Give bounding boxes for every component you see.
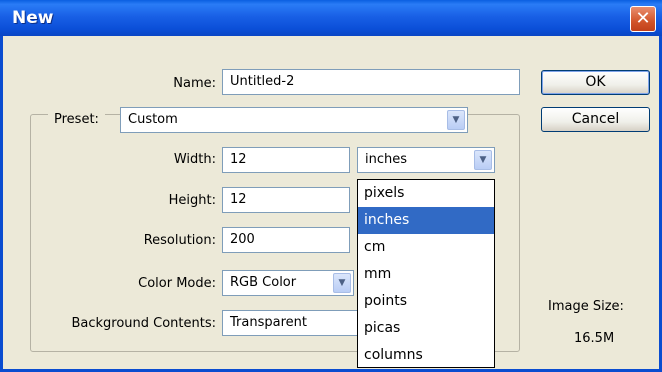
- image-size-value: 16.5M: [574, 331, 615, 346]
- window-title: New: [12, 8, 54, 28]
- color-mode-label: Color Mode:: [138, 276, 216, 291]
- color-mode-select[interactable]: RGB Color ▼: [222, 270, 354, 296]
- name-field[interactable]: Untitled-2: [222, 69, 520, 95]
- close-button[interactable]: ✕: [630, 6, 656, 32]
- resolution-label: Resolution:: [143, 233, 216, 248]
- background-contents-label: Background Contents:: [71, 316, 216, 331]
- width-unit-value: inches: [365, 152, 408, 167]
- new-document-dialog: New ✕ Name: Untitled-2 Preset: Custom ▼ …: [0, 0, 662, 372]
- background-contents-select[interactable]: Transparent: [222, 310, 360, 336]
- unit-option-points[interactable]: points: [358, 288, 494, 315]
- preset-value: Custom: [128, 112, 178, 127]
- unit-option-mm[interactable]: mm: [358, 261, 494, 288]
- resolution-field[interactable]: 200: [222, 227, 350, 253]
- height-label: Height:: [168, 193, 216, 208]
- close-icon: ✕: [635, 8, 651, 29]
- width-field[interactable]: 12: [222, 147, 350, 173]
- ok-button[interactable]: OK: [541, 70, 650, 95]
- unit-option-inches[interactable]: inches: [358, 207, 494, 234]
- name-label: Name:: [173, 76, 216, 91]
- unit-option-picas[interactable]: picas: [358, 315, 494, 342]
- title-bar[interactable]: New ✕: [0, 0, 662, 36]
- width-label: Width:: [173, 152, 216, 167]
- image-size-label: Image Size:: [548, 299, 624, 314]
- cancel-button[interactable]: Cancel: [541, 107, 650, 132]
- window-frame-left: [0, 36, 3, 372]
- preset-select[interactable]: Custom ▼: [120, 107, 468, 133]
- chevron-down-icon[interactable]: ▼: [474, 150, 492, 170]
- color-mode-value: RGB Color: [230, 275, 297, 290]
- unit-option-cm[interactable]: cm: [358, 234, 494, 261]
- width-unit-select[interactable]: inches ▼: [357, 147, 495, 173]
- preset-label: Preset:: [48, 112, 105, 127]
- height-field[interactable]: 12: [222, 187, 350, 213]
- unit-option-columns[interactable]: columns: [358, 342, 494, 369]
- chevron-down-icon[interactable]: ▼: [333, 273, 351, 293]
- chevron-down-icon[interactable]: ▼: [447, 110, 465, 130]
- unit-option-pixels[interactable]: pixels: [358, 180, 494, 207]
- background-contents-value: Transparent: [230, 315, 307, 330]
- units-dropdown-list[interactable]: pixels inches cm mm points picas columns: [357, 179, 495, 368]
